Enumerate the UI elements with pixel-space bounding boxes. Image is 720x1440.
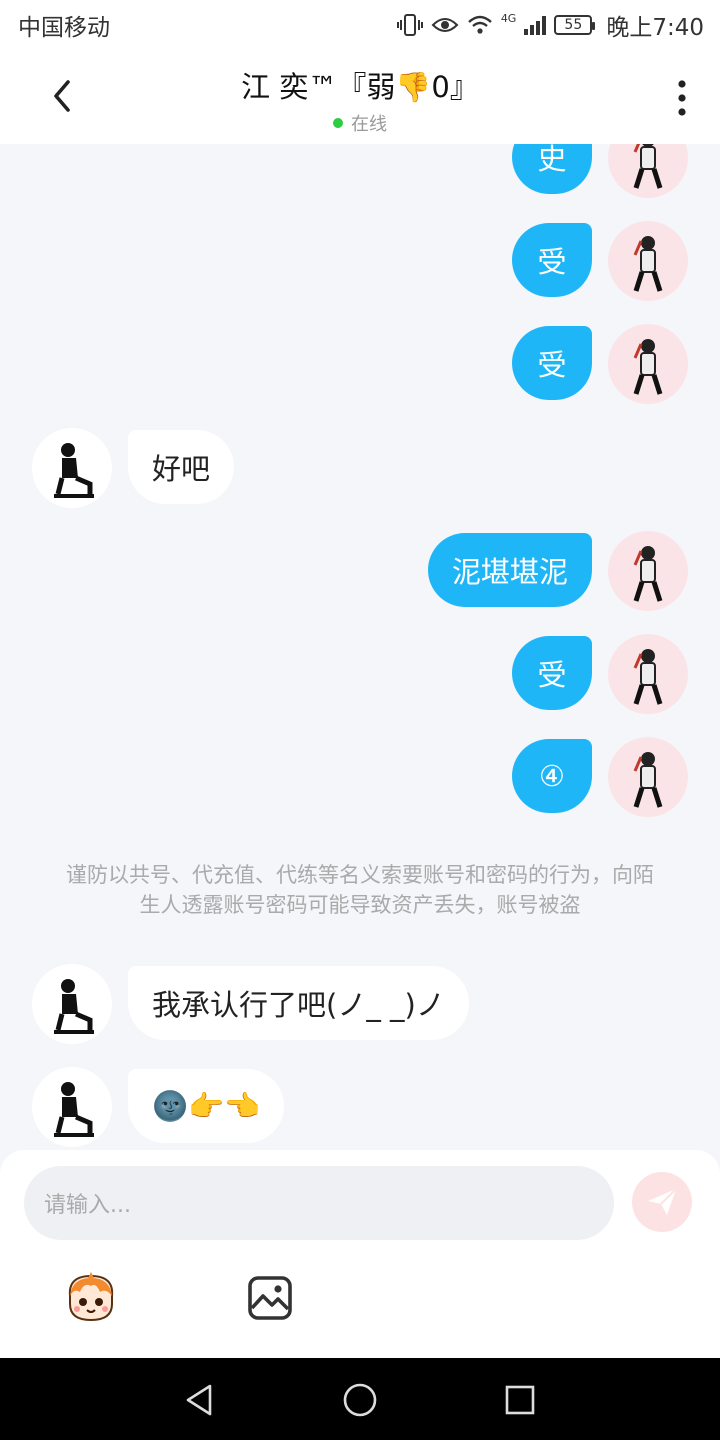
status-indicators: 4G 55 晚上7:40 [396,8,704,42]
triangle-back-icon[interactable] [180,1380,220,1420]
contact-avatar-figure [54,443,94,498]
self-avatar-figure [633,339,663,395]
square-recent-icon[interactable] [500,1380,540,1420]
contact-avatar-figure [54,1082,94,1137]
self-avatar-figure [633,236,663,292]
more-vertical-icon[interactable] [674,78,690,118]
message-row: 🌚👉👈 [0,1067,720,1147]
message-bubble[interactable]: 受 [512,636,592,710]
message-bubble[interactable]: 🌚👉👈 [128,1069,285,1143]
self-avatar[interactable] [608,144,688,198]
message-list[interactable]: 史 受 受 好吧 泥堪堪泥 受 ④ 谨防以共号、代充值、代练等名义索要账号和密码… [0,144,720,1150]
message-bubble[interactable]: 我承认行了吧(ノ_ _)ノ [128,966,469,1040]
message-row: 史 [0,144,720,198]
message-bubble[interactable]: 受 [512,326,592,400]
system-nav-bar [0,1358,720,1440]
message-input[interactable]: 请输入... [24,1166,614,1240]
security-notice: 谨防以共号、代充值、代练等名义索要账号和密码的行为，向陌生人透露账号密码可能导致… [66,863,654,917]
self-avatar[interactable] [608,634,688,714]
self-avatar-figure [633,752,663,808]
vibrate-icon [396,14,423,36]
signal-icon [524,15,547,35]
message-bubble[interactable]: 好吧 [128,430,235,504]
chat-header: 江 奕™『弱👎0』 在线 [0,50,720,144]
send-button[interactable] [632,1172,692,1232]
circle-home-icon[interactable] [340,1380,380,1420]
message-row: 好吧 [0,428,720,508]
self-avatar[interactable] [608,324,688,404]
self-avatar-figure [633,144,663,189]
message-bubble[interactable]: ④ [512,739,592,813]
paper-plane-icon [648,1188,677,1215]
message-bubble[interactable]: 史 [512,144,592,194]
eye-icon [431,18,459,32]
self-avatar[interactable] [608,221,688,301]
contact-avatar[interactable] [32,1067,112,1147]
image-icon[interactable] [246,1274,294,1322]
self-avatar[interactable] [608,737,688,817]
self-avatar-figure [633,546,663,602]
emoji-face-icon[interactable] [62,1268,120,1326]
online-status-label: 在线 [351,114,387,135]
status-time: 晚上7:40 [606,15,704,41]
self-avatar-figure [633,649,663,705]
network-type: 4G [500,12,517,25]
title-block: 江 奕™『弱👎0』 在线 [0,64,720,136]
contact-avatar[interactable] [32,964,112,1044]
message-row: 受 [0,634,720,714]
status-bar: 中国移动 4G 55 晚上7:40 [0,0,720,50]
online-dot-icon [333,118,343,128]
page-title: 江 奕™『弱👎0』 [241,70,479,104]
contact-avatar-figure [54,979,94,1034]
online-status: 在线 [0,110,720,136]
message-row: 我承认行了吧(ノ_ _)ノ [0,964,720,1044]
contact-avatar[interactable] [32,428,112,508]
message-row: 受 [0,221,720,301]
message-bubble[interactable]: 泥堪堪泥 [427,533,592,607]
input-panel: 请输入... [0,1150,720,1358]
message-row: 受 [0,324,720,404]
battery-icon: 55 [554,15,596,35]
message-row: ④ [0,737,720,817]
self-avatar[interactable] [608,531,688,611]
message-bubble[interactable]: 受 [512,223,592,297]
carrier-name: 中国移动 [18,15,110,41]
message-row: 泥堪堪泥 [0,531,720,611]
wifi-icon [468,15,492,34]
